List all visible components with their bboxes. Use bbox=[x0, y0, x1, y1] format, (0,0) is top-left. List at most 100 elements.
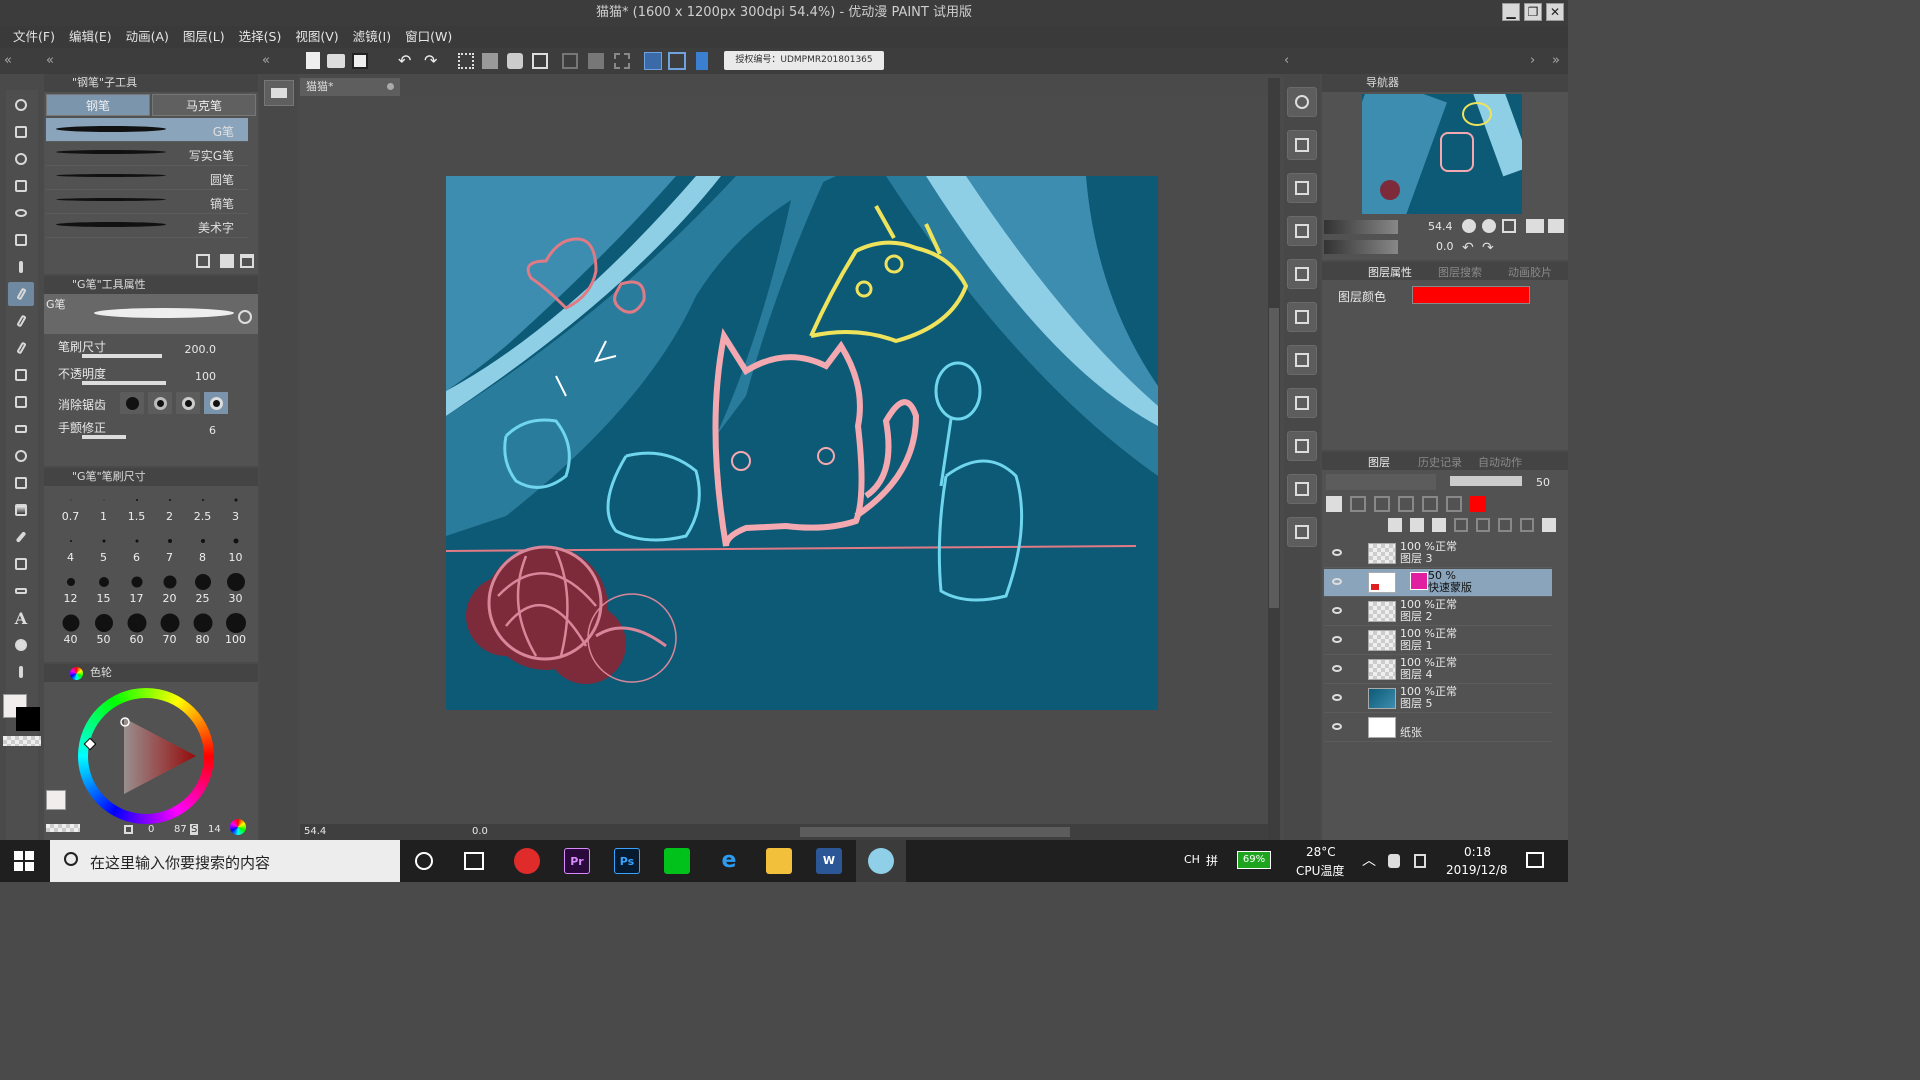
layer-color-toggle-icon[interactable] bbox=[1470, 496, 1486, 512]
material-image-icon[interactable] bbox=[1287, 173, 1317, 203]
menu-window[interactable]: 窗口(W) bbox=[398, 26, 459, 48]
menu-edit[interactable]: 编辑(E) bbox=[62, 26, 119, 48]
visibility-eye-icon[interactable] bbox=[1332, 578, 1342, 585]
delete-layer-icon[interactable] bbox=[1542, 518, 1556, 532]
antialias-strong[interactable] bbox=[204, 392, 228, 414]
tab-pen[interactable]: 钢笔 bbox=[46, 94, 150, 116]
panel-icon[interactable] bbox=[264, 80, 294, 106]
antialias-none[interactable] bbox=[120, 392, 144, 414]
brush-size-cell[interactable]: 7 bbox=[153, 527, 186, 568]
material-frame-icon[interactable] bbox=[1287, 302, 1317, 332]
brush-size-cell[interactable]: 2 bbox=[153, 486, 186, 527]
color-mode-icon[interactable] bbox=[230, 819, 246, 835]
zoom-in-icon[interactable] bbox=[1482, 219, 1496, 233]
visibility-eye-icon[interactable] bbox=[1332, 665, 1342, 672]
transparent-color-swatch[interactable] bbox=[3, 736, 41, 746]
tab-animation-cels[interactable]: 动画胶片 bbox=[1508, 264, 1552, 280]
layer-row[interactable]: 100 %正常 图层 1 bbox=[1324, 627, 1552, 655]
brush-size-cell[interactable]: 1 bbox=[87, 486, 120, 527]
brush-size-cell[interactable]: 60 bbox=[120, 609, 153, 650]
brush-size-cell[interactable]: 0.7 bbox=[54, 486, 87, 527]
navigator-rotation[interactable]: 0.0 bbox=[1436, 240, 1454, 253]
collapse-right-icon-2[interactable]: › bbox=[1530, 53, 1535, 68]
layer-row[interactable]: 纸张 bbox=[1324, 714, 1552, 742]
new-vector-layer-icon[interactable] bbox=[1410, 518, 1424, 532]
canvas-zoom-value[interactable]: 54.4 bbox=[304, 826, 326, 837]
invert-selection-icon[interactable] bbox=[588, 53, 604, 69]
layer-row[interactable]: 50 % 快速蒙版 bbox=[1324, 569, 1552, 597]
create-mask-icon[interactable] bbox=[1498, 518, 1512, 532]
lock-transparent-icon[interactable] bbox=[1398, 496, 1414, 512]
pencil-tool-icon[interactable] bbox=[8, 309, 34, 333]
deselect-icon[interactable] bbox=[562, 53, 578, 69]
brush-size-value[interactable]: 200.0 bbox=[185, 343, 217, 356]
transform-icon[interactable] bbox=[532, 53, 548, 69]
flip-vertical-icon[interactable] bbox=[1548, 219, 1564, 233]
material-icon[interactable] bbox=[1287, 130, 1317, 160]
new-file-icon[interactable] bbox=[306, 52, 320, 69]
material-3d-icon[interactable] bbox=[1287, 474, 1317, 504]
brush-size-cell[interactable]: 80 bbox=[186, 609, 219, 650]
brush-size-cell[interactable]: 70 bbox=[153, 609, 186, 650]
stabilization-slider[interactable] bbox=[82, 435, 126, 439]
brush-size-cell[interactable]: 6 bbox=[120, 527, 153, 568]
notification-icon[interactable] bbox=[1526, 852, 1544, 868]
rotate-right-icon[interactable]: ↷ bbox=[1482, 240, 1494, 256]
brush-size-cell[interactable]: 2.5 bbox=[186, 486, 219, 527]
premiere-icon[interactable]: Pr bbox=[564, 848, 590, 874]
material-pattern-icon[interactable] bbox=[1287, 216, 1317, 246]
balloon-tool-icon[interactable] bbox=[8, 633, 34, 657]
taskbar-search[interactable]: 在这里输入你要搜索的内容 bbox=[50, 840, 400, 882]
edge-icon[interactable]: e bbox=[716, 848, 742, 874]
tab-layer-search[interactable]: 图层搜索 bbox=[1438, 264, 1482, 280]
close-tab-icon[interactable] bbox=[387, 83, 394, 90]
menu-select[interactable]: 选择(S) bbox=[232, 26, 289, 48]
brush-tool-icon[interactable] bbox=[8, 336, 34, 360]
lock-layer-icon[interactable] bbox=[1374, 496, 1390, 512]
brush-size-cell[interactable]: 12 bbox=[54, 568, 87, 609]
brush-size-cell[interactable]: 5 bbox=[87, 527, 120, 568]
material-effect-icon[interactable] bbox=[1287, 345, 1317, 375]
new-folder-icon[interactable] bbox=[1432, 518, 1446, 532]
navigator-tab[interactable]: 导航器 bbox=[1322, 74, 1568, 92]
frame-tool-icon[interactable] bbox=[8, 552, 34, 576]
brush-size-cell[interactable]: 100 bbox=[219, 609, 252, 650]
brush-search-icon[interactable] bbox=[238, 310, 252, 324]
transparent-mini[interactable] bbox=[46, 824, 80, 832]
minimize-button[interactable]: ▁ bbox=[1502, 3, 1520, 21]
iqiyi-icon[interactable] bbox=[664, 848, 690, 874]
brush-size-cell[interactable]: 20 bbox=[153, 568, 186, 609]
antialias-mid[interactable] bbox=[176, 392, 200, 414]
brush-size-cell[interactable]: 10 bbox=[219, 527, 252, 568]
collapse-right-icon[interactable]: ‹ bbox=[1284, 53, 1289, 68]
operation-tool-icon[interactable] bbox=[8, 147, 34, 171]
layer-row[interactable]: 100 %正常 图层 3 bbox=[1324, 540, 1552, 568]
saturation-value-triangle[interactable] bbox=[78, 688, 214, 824]
brush-size-cell[interactable]: 30 bbox=[219, 568, 252, 609]
visibility-eye-icon[interactable] bbox=[1332, 549, 1342, 556]
fit-screen-icon[interactable] bbox=[1502, 219, 1516, 233]
eraser-tool-icon[interactable] bbox=[8, 417, 34, 441]
zoom-out-icon[interactable] bbox=[1462, 219, 1476, 233]
tab-layers[interactable]: 图层 bbox=[1368, 454, 1390, 470]
battery-indicator[interactable]: 69% bbox=[1237, 851, 1271, 869]
brush-size-cell[interactable]: 25 bbox=[186, 568, 219, 609]
menu-filter[interactable]: 滤镜(I) bbox=[346, 26, 398, 48]
document-tab[interactable]: 猫猫* bbox=[300, 78, 400, 96]
snap-special-ruler-icon[interactable] bbox=[668, 52, 686, 70]
text-tool-icon[interactable]: A bbox=[8, 606, 34, 630]
task-view-icon[interactable] bbox=[464, 852, 484, 870]
tab-auto-action[interactable]: 自动动作 bbox=[1478, 454, 1522, 470]
brush-item-spoon-pen[interactable]: 镝笔 bbox=[46, 190, 248, 214]
collapse-right-icon-3[interactable]: » bbox=[1552, 53, 1560, 68]
magic-wand-tool-icon[interactable] bbox=[8, 228, 34, 252]
save-icon[interactable] bbox=[352, 53, 368, 69]
visibility-eye-icon[interactable] bbox=[1332, 636, 1342, 643]
vertical-scrollbar[interactable] bbox=[1268, 78, 1280, 840]
collapse-left-icon-3[interactable]: « bbox=[262, 53, 270, 68]
fill-tool-icon[interactable] bbox=[8, 471, 34, 495]
stabilization-row[interactable]: 手颤修正 6 bbox=[44, 417, 258, 444]
fill-icon[interactable] bbox=[507, 53, 523, 69]
opacity-slider[interactable] bbox=[82, 381, 166, 385]
airbrush-tool-icon[interactable] bbox=[8, 363, 34, 387]
